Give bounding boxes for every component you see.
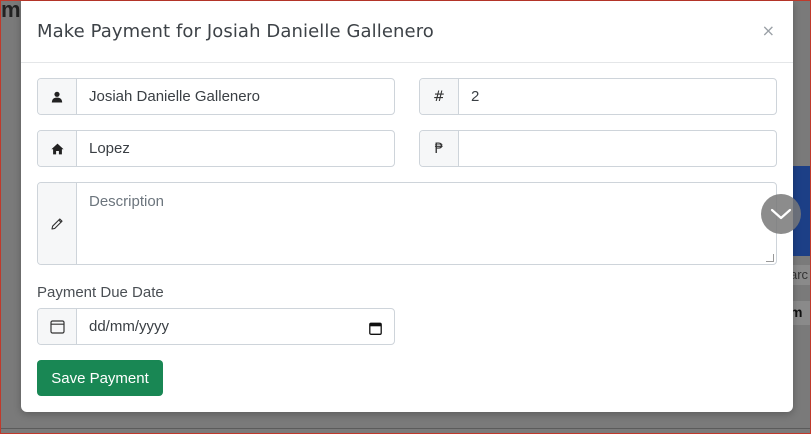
number-field[interactable]: 2	[459, 79, 776, 114]
pencil-icon	[38, 183, 77, 264]
calendar-icon	[38, 309, 77, 344]
scroll-down-button[interactable]	[761, 194, 801, 234]
description-input-group: Description	[37, 182, 777, 265]
amount-input-group: ₱	[419, 130, 777, 167]
due-date-label: Payment Due Date	[37, 284, 164, 301]
name-input-group: Josiah Danielle Gallenero	[37, 78, 395, 115]
background-heading-fragment: m	[1, 0, 21, 22]
due-date-input-group: dd/mm/yyyy	[37, 308, 395, 345]
due-date-field[interactable]: dd/mm/yyyy	[77, 309, 394, 344]
address-input-group: Lopez	[37, 130, 395, 167]
user-icon	[38, 79, 77, 114]
number-input-group: # 2	[419, 78, 777, 115]
close-button[interactable]: ×	[762, 23, 775, 39]
name-field[interactable]: Josiah Danielle Gallenero	[77, 79, 394, 114]
background-bold-fragment: m	[790, 301, 810, 325]
home-icon	[38, 131, 77, 166]
amount-field[interactable]	[459, 131, 776, 166]
address-field[interactable]: Lopez	[77, 131, 394, 166]
peso-addon: ₱	[420, 131, 459, 166]
background-text-fragment: arc	[790, 265, 810, 285]
date-picker-icon[interactable]	[369, 320, 382, 335]
resize-handle-icon[interactable]	[766, 254, 774, 262]
background-divider	[1, 428, 810, 429]
payment-modal: Make Payment for Josiah Danielle Gallene…	[21, 1, 793, 412]
chevron-down-icon	[770, 208, 792, 220]
description-textarea[interactable]: Description	[77, 183, 776, 264]
modal-header: Make Payment for Josiah Danielle Gallene…	[21, 1, 793, 63]
modal-title: Make Payment for Josiah Danielle Gallene…	[37, 21, 434, 42]
hash-addon: #	[420, 79, 459, 114]
save-payment-button[interactable]: Save Payment	[37, 360, 163, 396]
